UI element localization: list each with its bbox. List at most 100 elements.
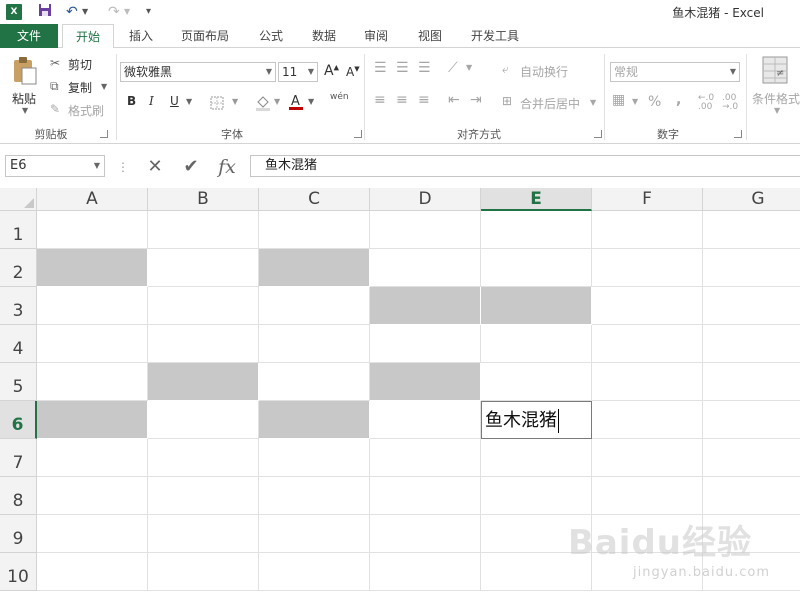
cell-g4[interactable] bbox=[703, 325, 800, 363]
cell-c3[interactable] bbox=[259, 287, 370, 325]
number-format-combo[interactable]: 常规 ▼ bbox=[610, 62, 740, 82]
tab-page-layout[interactable]: 页面布局 bbox=[172, 24, 238, 48]
fill-color-icon[interactable] bbox=[254, 94, 272, 115]
clipboard-launcher-icon[interactable] bbox=[100, 130, 108, 138]
cell-d9[interactable] bbox=[370, 515, 481, 553]
cell-g8[interactable] bbox=[703, 477, 800, 515]
undo-icon[interactable]: ↶ bbox=[66, 3, 78, 21]
row-header-6[interactable]: 6 bbox=[0, 401, 37, 439]
confirm-entry-button[interactable]: ✔ bbox=[176, 156, 206, 178]
wrap-text-button[interactable]: 自动换行 bbox=[520, 63, 568, 80]
phonetic-button[interactable]: wén bbox=[330, 92, 349, 102]
cut-icon[interactable]: ✂ bbox=[50, 56, 60, 70]
format-painter-icon[interactable]: ✎ bbox=[50, 102, 60, 116]
cell-d5[interactable] bbox=[370, 363, 481, 401]
cell-b9[interactable] bbox=[148, 515, 259, 553]
cell-g7[interactable] bbox=[703, 439, 800, 477]
decrease-font-icon[interactable]: A▼ bbox=[346, 65, 360, 79]
save-icon[interactable] bbox=[38, 3, 52, 22]
row-header-7[interactable]: 7 bbox=[0, 439, 37, 477]
copy-icon[interactable]: ⧉ bbox=[50, 79, 59, 94]
cell-a10[interactable] bbox=[37, 553, 148, 591]
wrap-text-icon[interactable]: ⤶ bbox=[502, 62, 509, 77]
align-bottom-icon[interactable]: ☰ bbox=[418, 60, 431, 76]
cell-e8[interactable] bbox=[481, 477, 592, 515]
orientation-icon[interactable]: ⟋ bbox=[448, 60, 458, 76]
cell-b3[interactable] bbox=[148, 287, 259, 325]
underline-dropdown-icon[interactable]: ▼ bbox=[186, 97, 192, 106]
font-launcher-icon[interactable] bbox=[354, 130, 362, 138]
fill-color-dropdown-icon[interactable]: ▼ bbox=[274, 97, 280, 106]
cell-b8[interactable] bbox=[148, 477, 259, 515]
merge-center-button[interactable]: 合并后居中 bbox=[520, 95, 580, 112]
cell-c7[interactable] bbox=[259, 439, 370, 477]
conditional-format-button[interactable]: 条件格式 bbox=[752, 90, 800, 107]
underline-button[interactable]: U bbox=[170, 94, 179, 108]
align-middle-icon[interactable]: ☰ bbox=[396, 60, 409, 76]
cell-e6[interactable]: 鱼木混猪 bbox=[481, 401, 592, 439]
align-center-icon[interactable]: ≡ bbox=[396, 92, 408, 108]
cell-b4[interactable] bbox=[148, 325, 259, 363]
copy-dropdown-icon[interactable]: ▼ bbox=[101, 82, 107, 91]
cell-g6[interactable] bbox=[703, 401, 800, 439]
redo-dropdown-icon[interactable]: ▼ bbox=[124, 3, 130, 21]
bold-button[interactable]: B bbox=[127, 94, 136, 108]
formula-input[interactable]: 鱼木混猪 bbox=[250, 155, 800, 177]
font-color-icon[interactable]: A bbox=[288, 93, 304, 114]
merge-center-icon[interactable]: ⊞ bbox=[502, 94, 512, 108]
percent-button[interactable]: % bbox=[648, 94, 661, 110]
increase-font-icon[interactable]: A▲ bbox=[324, 63, 339, 79]
cell-c6[interactable] bbox=[259, 401, 370, 439]
customize-toolbar-icon[interactable]: ▾ bbox=[146, 3, 151, 21]
currency-dropdown-icon[interactable]: ▼ bbox=[632, 97, 638, 106]
paste-button[interactable]: 粘贴 bbox=[12, 90, 36, 107]
cell-e7[interactable] bbox=[481, 439, 592, 477]
cell-f6[interactable] bbox=[592, 401, 703, 439]
cell-a1[interactable] bbox=[37, 211, 148, 249]
row-header-2[interactable]: 2 bbox=[0, 249, 37, 287]
column-header-e[interactable]: E bbox=[481, 188, 592, 211]
orientation-dropdown-icon[interactable]: ▼ bbox=[466, 63, 472, 72]
redo-icon[interactable]: ↷ bbox=[108, 3, 120, 21]
cell-b2[interactable] bbox=[148, 249, 259, 287]
row-header-1[interactable]: 1 bbox=[0, 211, 37, 249]
font-color-dropdown-icon[interactable]: ▼ bbox=[308, 97, 314, 106]
cell-f4[interactable] bbox=[592, 325, 703, 363]
undo-dropdown-icon[interactable]: ▼ bbox=[82, 3, 88, 21]
paste-dropdown-icon[interactable]: ▼ bbox=[22, 106, 28, 115]
cell-b6[interactable] bbox=[148, 401, 259, 439]
font-size-combo[interactable]: 11 ▼ bbox=[278, 62, 318, 82]
cell-f7[interactable] bbox=[592, 439, 703, 477]
cell-g3[interactable] bbox=[703, 287, 800, 325]
row-header-9[interactable]: 9 bbox=[0, 515, 37, 553]
border-dropdown-icon[interactable]: ▼ bbox=[232, 97, 238, 106]
cell-a9[interactable] bbox=[37, 515, 148, 553]
cell-e5[interactable] bbox=[481, 363, 592, 401]
cell-c10[interactable] bbox=[259, 553, 370, 591]
cell-a3[interactable] bbox=[37, 287, 148, 325]
cut-button[interactable]: 剪切 bbox=[68, 56, 92, 73]
tab-home[interactable]: 开始 bbox=[62, 24, 114, 49]
format-painter-button[interactable]: 格式刷 bbox=[68, 102, 104, 119]
cell-g1[interactable] bbox=[703, 211, 800, 249]
cell-a5[interactable] bbox=[37, 363, 148, 401]
row-header-5[interactable]: 5 bbox=[0, 363, 37, 401]
column-header-c[interactable]: C bbox=[259, 188, 370, 211]
cell-f5[interactable] bbox=[592, 363, 703, 401]
cell-d3[interactable] bbox=[370, 287, 481, 325]
cell-g2[interactable] bbox=[703, 249, 800, 287]
tab-data[interactable]: 数据 bbox=[302, 24, 346, 48]
comma-button[interactable]: , bbox=[676, 92, 681, 108]
copy-button[interactable]: 复制 bbox=[68, 79, 92, 96]
cell-e2[interactable] bbox=[481, 249, 592, 287]
cell-a4[interactable] bbox=[37, 325, 148, 363]
align-left-icon[interactable]: ≡ bbox=[374, 92, 386, 108]
tab-developer[interactable]: 开发工具 bbox=[462, 24, 528, 48]
align-top-icon[interactable]: ☰ bbox=[374, 60, 387, 76]
tab-insert[interactable]: 插入 bbox=[118, 24, 164, 48]
cell-b1[interactable] bbox=[148, 211, 259, 249]
column-header-f[interactable]: F bbox=[592, 188, 703, 211]
cell-d1[interactable] bbox=[370, 211, 481, 249]
column-header-b[interactable]: B bbox=[148, 188, 259, 211]
column-header-g[interactable]: G bbox=[703, 188, 800, 211]
